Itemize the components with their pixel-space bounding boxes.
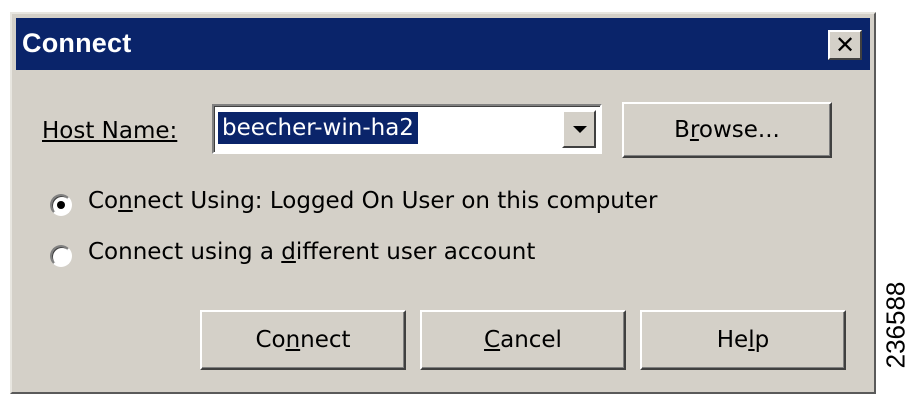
browse-button[interactable]: Browse... — [622, 102, 832, 158]
cancel-label-post: ancel — [500, 327, 562, 353]
figure-id-text: 236588 — [880, 281, 911, 369]
host-name-dropdown-button[interactable] — [562, 110, 596, 148]
dialog-title: Connect — [22, 28, 132, 58]
host-name-value[interactable]: beecher-win-ha2 — [218, 112, 418, 144]
browse-button-label: Browse... — [624, 117, 830, 143]
close-icon: ✕ — [834, 31, 856, 59]
connect-dialog: Connect ✕ Host Name: beecher-win-ha2 Bro… — [10, 12, 876, 394]
host-name-label-text: Host Name: — [42, 118, 178, 144]
cancel-button[interactable]: Cancel — [420, 310, 626, 370]
connect-label-post: nect — [300, 327, 351, 353]
help-label-pre: He — [716, 327, 749, 353]
browse-label-pre: B — [674, 117, 690, 143]
cancel-label-accel: C — [484, 327, 501, 353]
figure-id: 236588 — [878, 250, 914, 400]
radio-logged-on-user[interactable] — [50, 194, 72, 216]
option2-label-pre: Connect using a — [88, 239, 282, 265]
chevron-down-icon — [573, 126, 587, 133]
cancel-button-label: Cancel — [422, 327, 624, 353]
browse-label-accel: r — [689, 117, 699, 143]
radio-different-user-label[interactable]: Connect using a different user account — [88, 239, 535, 265]
help-label-post: p — [754, 327, 770, 353]
browse-label-post: owse... — [698, 117, 780, 143]
option2-label-post: ifferent user account — [295, 239, 536, 265]
option1-label-pre: Co — [88, 188, 119, 214]
host-name-label: Host Name: — [42, 118, 177, 144]
option1-label-accel: n — [118, 188, 133, 214]
connect-label-pre: Co — [255, 327, 286, 353]
connect-button-label: Connect — [202, 327, 404, 353]
radio-selected-dot — [57, 201, 65, 209]
option2-label-accel: d — [281, 239, 296, 265]
connect-button[interactable]: Connect — [200, 310, 406, 370]
radio-logged-on-user-label[interactable]: Connect Using: Logged On User on this co… — [88, 188, 658, 214]
help-button[interactable]: Help — [640, 310, 846, 370]
title-bar[interactable]: Connect ✕ — [16, 18, 870, 70]
connect-label-accel: n — [285, 327, 301, 353]
option1-label-post: nect Using: Logged On User on this compu… — [132, 188, 658, 214]
help-button-label: Help — [642, 327, 844, 353]
radio-different-user[interactable] — [50, 245, 72, 267]
host-name-combobox[interactable]: beecher-win-ha2 — [212, 104, 602, 154]
close-button[interactable]: ✕ — [828, 30, 862, 60]
